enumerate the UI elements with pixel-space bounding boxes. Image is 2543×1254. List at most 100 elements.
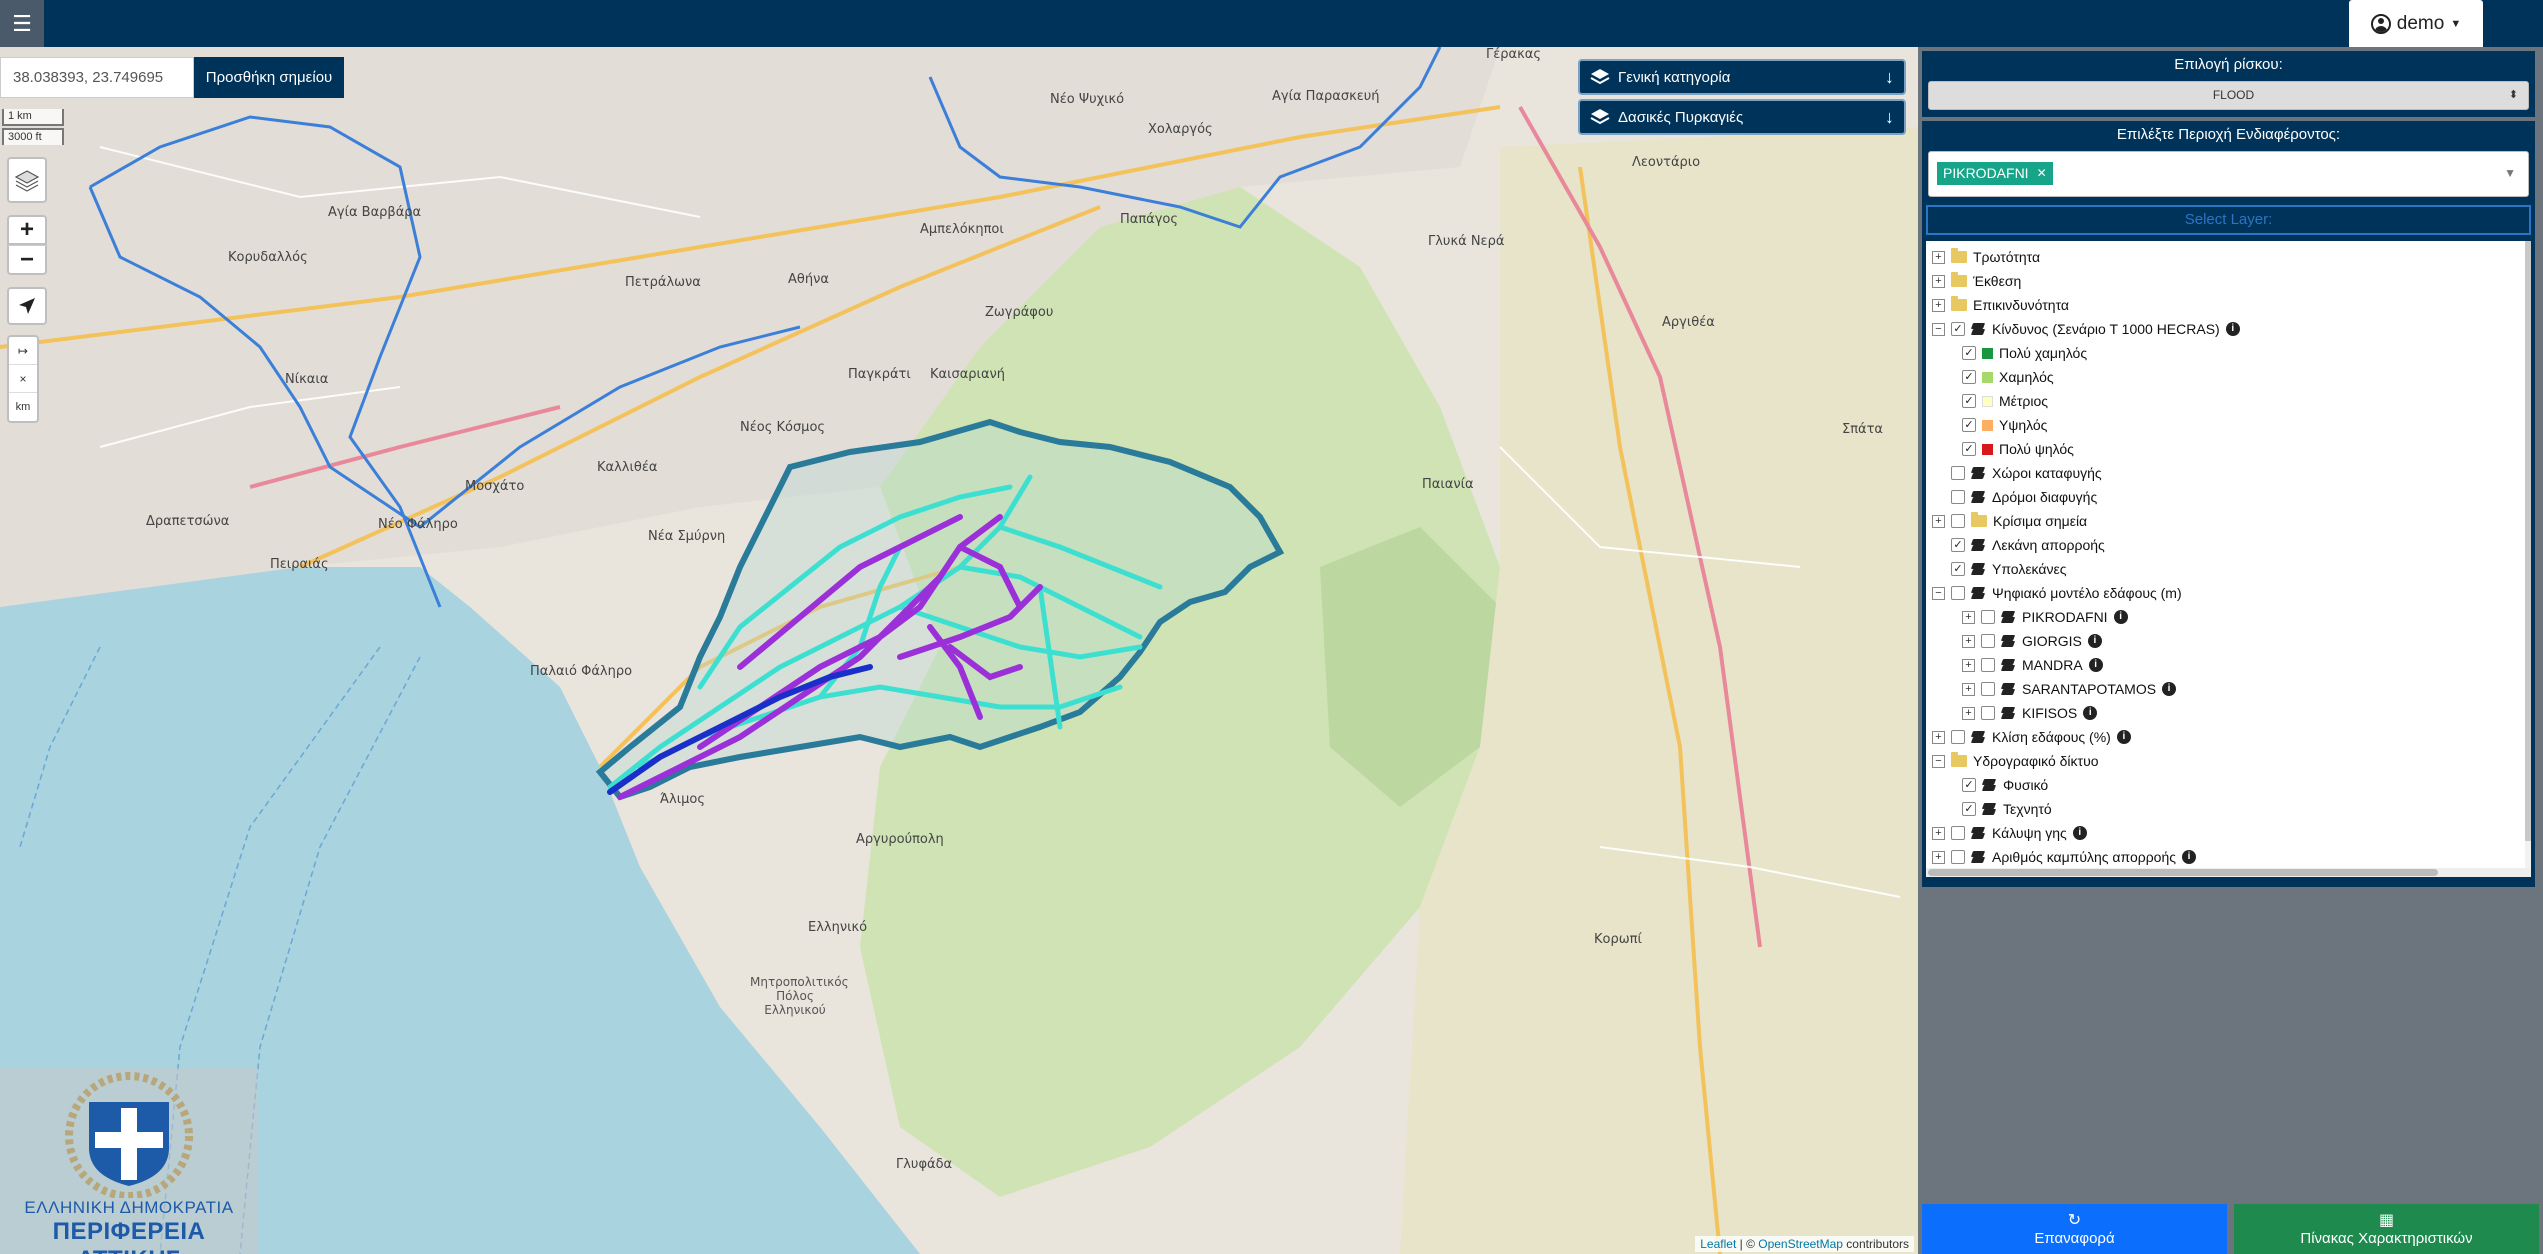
info-icon[interactable]: i bbox=[2116, 730, 2131, 744]
attribute-table-button[interactable]: ▦ Πίνακας Χαρακτηριστικών bbox=[2234, 1204, 2539, 1254]
layer-checkbox[interactable]: ✓ bbox=[1962, 778, 1976, 792]
remove-tag-icon[interactable]: ✕ bbox=[2037, 162, 2047, 185]
chevron-down-icon[interactable]: ▼ bbox=[2504, 166, 2516, 180]
tree-row-high[interactable]: ✓ Υψηλός bbox=[1962, 413, 2047, 437]
layer-checkbox[interactable] bbox=[1951, 826, 1965, 840]
layer-checkbox[interactable] bbox=[1981, 634, 1995, 648]
layer-checkbox[interactable] bbox=[1981, 658, 1995, 672]
expand-icon[interactable]: + bbox=[1932, 514, 1945, 528]
layer-checkbox[interactable] bbox=[1951, 490, 1965, 504]
tree-vertical-scrollbar[interactable] bbox=[2525, 241, 2531, 868]
expand-icon[interactable]: + bbox=[1932, 274, 1945, 288]
measure-close-icon[interactable]: × bbox=[9, 365, 37, 393]
user-menu-button[interactable]: demo ▼ bbox=[2349, 0, 2483, 47]
tree-row-risk-scenario[interactable]: − ✓ Κίνδυνος (Σενάριο Τ 1000 HECRAS) i bbox=[1932, 317, 2240, 341]
tree-row-exposure[interactable]: + Έκθεση bbox=[1932, 269, 2021, 293]
layer-checkbox[interactable]: ✓ bbox=[1962, 370, 1976, 384]
collapse-icon[interactable]: − bbox=[1932, 322, 1945, 336]
expand-icon[interactable]: + bbox=[1932, 850, 1945, 864]
expand-icon[interactable]: + bbox=[1932, 730, 1945, 744]
tree-row-curve-number[interactable]: + Αριθμός καμπύλης απορροής i bbox=[1932, 845, 2197, 869]
tree-row-shelters[interactable]: Χώροι καταφυγής bbox=[1951, 461, 2102, 485]
tree-row-dem-sarantapotamos[interactable]: + SARANTAPOTAMOS i bbox=[1962, 677, 2177, 701]
expand-icon[interactable]: + bbox=[1932, 298, 1945, 312]
tree-row-land-cover[interactable]: + Κάλυψη γης i bbox=[1932, 821, 2087, 845]
risk-select[interactable]: FLOOD ⬍ bbox=[1928, 81, 2529, 110]
expand-icon[interactable]: + bbox=[1962, 610, 1975, 624]
layer-checkbox[interactable]: ✓ bbox=[1951, 562, 1965, 576]
layer-checkbox[interactable] bbox=[1951, 850, 1965, 864]
expand-icon[interactable]: + bbox=[1932, 826, 1945, 840]
layer-checkbox[interactable] bbox=[1981, 682, 1995, 696]
info-icon[interactable]: i bbox=[2087, 634, 2102, 648]
tree-row-dem-pikrodafni[interactable]: + PIKRODAFNI i bbox=[1962, 605, 2128, 629]
tree-row-low[interactable]: ✓ Χαμηλός bbox=[1962, 365, 2054, 389]
tree-row-subbasins[interactable]: ✓ Υπολεκάνες bbox=[1951, 557, 2066, 581]
scroll-thumb[interactable] bbox=[1928, 869, 2438, 876]
scroll-thumb[interactable] bbox=[2525, 241, 2531, 841]
tree-row-dem-kifisos[interactable]: + KIFISOS i bbox=[1962, 701, 2098, 725]
expand-icon[interactable]: + bbox=[1962, 706, 1975, 720]
osm-link[interactable]: OpenStreetMap bbox=[1758, 1237, 1843, 1251]
zoom-in-button[interactable]: + bbox=[7, 215, 47, 245]
info-icon[interactable]: i bbox=[2182, 850, 2197, 864]
tree-row-vulnerability[interactable]: + Τρωτότητα bbox=[1932, 245, 2040, 269]
general-category-dropdown[interactable]: Γενική κατηγορία ↓ bbox=[1578, 59, 1906, 95]
menu-toggle-button[interactable]: ☰ bbox=[0, 0, 44, 47]
scale-bar: 1 km 3000 ft bbox=[2, 109, 64, 145]
info-icon[interactable]: i bbox=[2083, 706, 2098, 720]
reset-button[interactable]: ↻ Επαναφορά bbox=[1922, 1204, 2227, 1254]
layer-checkbox[interactable]: ✓ bbox=[1962, 802, 1976, 816]
tree-row-dem-giorgis[interactable]: + GIORGIS i bbox=[1962, 629, 2102, 653]
measure-arrow-icon[interactable]: ↦ bbox=[9, 337, 37, 365]
expand-icon[interactable]: + bbox=[1962, 682, 1975, 696]
tree-row-artificial[interactable]: ✓ Τεχνητό bbox=[1962, 797, 2052, 821]
layer-checkbox[interactable] bbox=[1951, 730, 1965, 744]
layer-checkbox[interactable] bbox=[1951, 514, 1965, 528]
tree-row-basin[interactable]: ✓ Λεκάνη απορροής bbox=[1951, 533, 2105, 557]
layer-checkbox[interactable] bbox=[1981, 706, 1995, 720]
tree-row-critical-points[interactable]: + Κρίσιμα σημεία bbox=[1932, 509, 2087, 533]
layer-checkbox[interactable]: ✓ bbox=[1951, 322, 1965, 336]
collapse-icon[interactable]: − bbox=[1932, 754, 1945, 768]
tree-row-dem[interactable]: − Ψηφιακό μοντέλο εδάφους (m) bbox=[1932, 581, 2182, 605]
info-icon[interactable]: i bbox=[2088, 658, 2103, 672]
tree-row-hazard[interactable]: + Επικινδυνότητα bbox=[1932, 293, 2069, 317]
tree-row-escape-routes[interactable]: Δρόμοι διαφυγής bbox=[1951, 485, 2097, 509]
layer-checkbox[interactable]: ✓ bbox=[1962, 394, 1976, 408]
zoom-out-button[interactable]: − bbox=[7, 245, 47, 275]
tree-row-hydro-network[interactable]: − Υδρογραφικό δίκτυο bbox=[1932, 749, 2099, 773]
layer-checkbox[interactable]: ✓ bbox=[1962, 346, 1976, 360]
location-arrow-icon bbox=[19, 298, 35, 314]
coordinate-input[interactable] bbox=[0, 57, 194, 98]
info-icon[interactable]: i bbox=[2113, 610, 2128, 624]
forest-fires-dropdown[interactable]: Δασικές Πυρκαγιές ↓ bbox=[1578, 99, 1906, 135]
layer-checkbox[interactable]: ✓ bbox=[1962, 442, 1976, 456]
collapse-icon[interactable]: − bbox=[1932, 586, 1945, 600]
map-view[interactable]: Αθήνα Πειραιάς Καλλιθέα Νέα Σμύρνη Παλαι… bbox=[0, 47, 1918, 1254]
add-point-button[interactable]: Προσθήκη σημείου bbox=[194, 57, 344, 98]
tree-horizontal-scrollbar[interactable] bbox=[1926, 868, 2531, 877]
tree-row-natural[interactable]: ✓ Φυσικό bbox=[1962, 773, 2048, 797]
area-multiselect[interactable]: PIKRODAFNI ✕ ▼ bbox=[1928, 151, 2529, 197]
layer-checkbox[interactable]: ✓ bbox=[1962, 418, 1976, 432]
layers-control-button[interactable] bbox=[7, 157, 47, 203]
tree-row-dem-mandra[interactable]: + MANDRA i bbox=[1962, 653, 2103, 677]
layer-checkbox[interactable] bbox=[1951, 586, 1965, 600]
expand-icon[interactable]: + bbox=[1962, 658, 1975, 672]
tree-row-medium[interactable]: ✓ Μέτριος bbox=[1962, 389, 2048, 413]
tree-row-very-low[interactable]: ✓ Πολύ χαμηλός bbox=[1962, 341, 2087, 365]
expand-icon[interactable]: + bbox=[1962, 634, 1975, 648]
expand-icon[interactable]: + bbox=[1932, 250, 1945, 264]
tree-row-slope[interactable]: + Κλίση εδάφους (%) i bbox=[1932, 725, 2131, 749]
tree-row-very-high[interactable]: ✓ Πολύ ψηλός bbox=[1962, 437, 2074, 461]
layer-checkbox[interactable] bbox=[1981, 610, 1995, 624]
layer-checkbox[interactable]: ✓ bbox=[1951, 538, 1965, 552]
layer-checkbox[interactable] bbox=[1951, 466, 1965, 480]
measure-unit-toggle[interactable]: km bbox=[9, 393, 37, 421]
info-icon[interactable]: i bbox=[2072, 826, 2087, 840]
locate-button[interactable] bbox=[7, 287, 47, 325]
leaflet-link[interactable]: Leaflet bbox=[1700, 1237, 1736, 1251]
info-icon[interactable]: i bbox=[2225, 322, 2240, 336]
info-icon[interactable]: i bbox=[2162, 682, 2177, 696]
